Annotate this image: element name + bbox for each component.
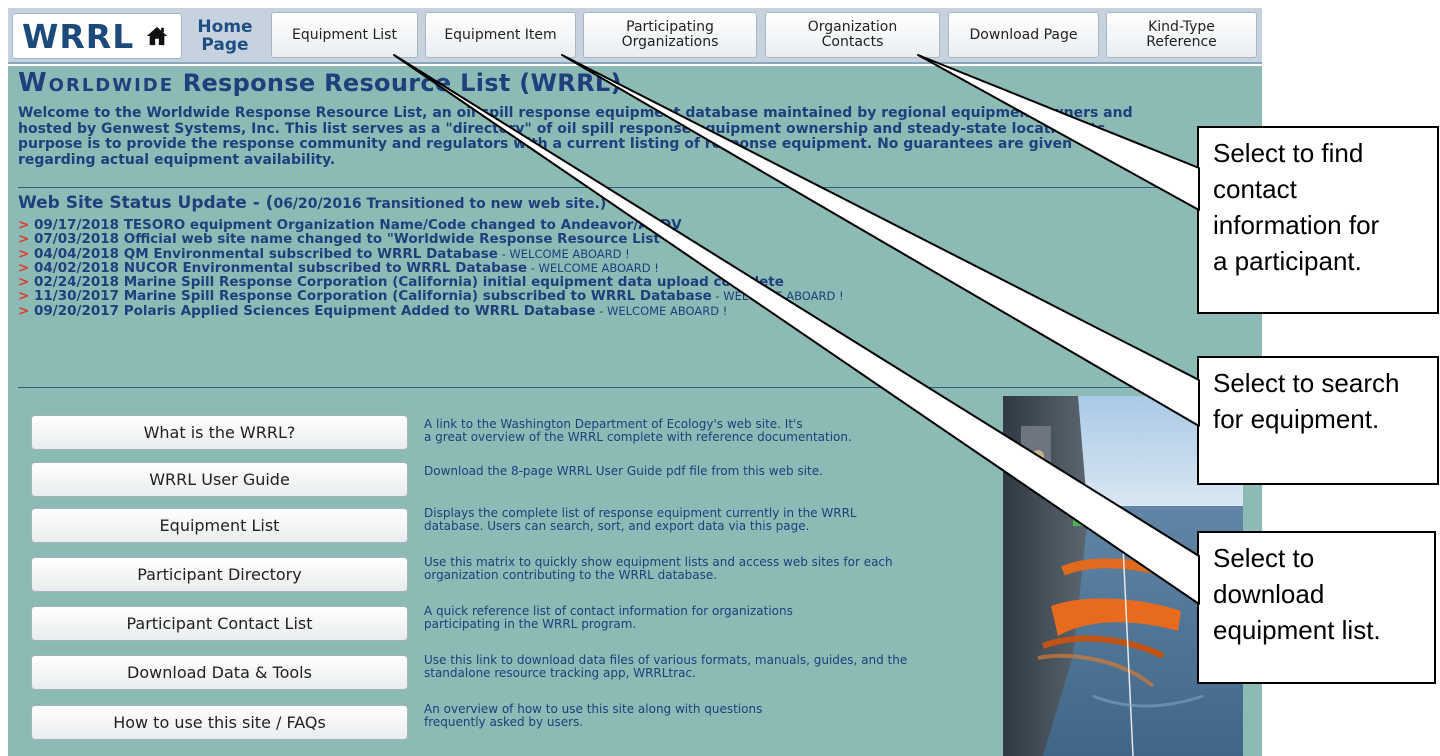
status-item: > 02/24/2018 Marine Spill Response Corpo… [18, 275, 844, 289]
status-item-welcome: - WELCOME ABOARD ! [497, 246, 630, 261]
divider [18, 187, 1258, 188]
participant-directory-button[interactable]: Participant Directory [31, 557, 408, 592]
callout-contact-info: Select to find contact information for a… [1197, 126, 1439, 314]
status-item: > 09/20/2017 Polaris Applied Sciences Eq… [18, 304, 844, 318]
status-item-welcome: - WELCOME ABOARD ! [711, 289, 844, 304]
user-guide-button[interactable]: WRRL User Guide [31, 462, 408, 497]
link-description: A link to the Washington Department of E… [424, 417, 852, 444]
nav-home-link[interactable]: Home Page [190, 12, 260, 60]
download-data-tools-button[interactable]: Download Data & Tools [31, 655, 408, 690]
status-heading-note: 06/20/2016 Transitioned to new web site. [273, 196, 600, 212]
status-heading: Web Site Status Update - (06/20/2016 Tra… [18, 193, 606, 213]
page-title: Worldwide Response Resource List (WRRL) [18, 68, 622, 98]
title-rest: Response Resource List (WRRL) [182, 69, 622, 97]
equipment-list-button[interactable]: Equipment List [31, 508, 408, 543]
site-logo[interactable]: WRRL [12, 13, 182, 59]
intro-text: Welcome to the Worldwide Response Resour… [18, 105, 1133, 168]
link-description: Use this link to download data files of … [424, 653, 908, 680]
nav-equipment-item[interactable]: Equipment Item [425, 12, 576, 58]
status-item: > 11/30/2017 Marine Spill Response Corpo… [18, 289, 844, 303]
link-description: Use this matrix to quickly show equipmen… [424, 555, 893, 582]
nav-download-page[interactable]: Download Page [948, 12, 1099, 58]
status-item: > 04/04/2018 QM Environmental subscribed… [18, 246, 844, 261]
link-description: Displays the complete list of response e… [424, 506, 857, 533]
status-marker: > [18, 302, 30, 319]
home-icon [147, 26, 168, 46]
callout-download-list: Select to download equipment list. [1197, 531, 1436, 684]
participant-contact-list-button[interactable]: Participant Contact List [31, 606, 408, 641]
link-description: An overview of how to use this site alon… [424, 702, 763, 729]
logo-text: WRRL [22, 16, 135, 56]
nav-equipment-list[interactable]: Equipment List [271, 12, 418, 58]
status-item: > 04/02/2018 NUCOR Environmental subscri… [18, 261, 844, 275]
nav-organization-contacts[interactable]: Organization Contacts [765, 12, 940, 58]
status-item: > 09/17/2018 TESORO equipment Organizati… [18, 218, 844, 232]
status-heading-text: Web Site Status Update - ( [18, 193, 274, 213]
link-description: Download the 8-page WRRL User Guide pdf … [424, 464, 823, 478]
what-is-wrrl-button[interactable]: What is the WRRL? [31, 415, 408, 450]
top-nav: WRRL Home Page Equipment List Equipment … [8, 8, 1262, 64]
nav-participating-organizations[interactable]: Participating Organizations [583, 12, 757, 58]
status-item-text: 09/20/2017 Polaris Applied Sciences Equi… [29, 302, 596, 319]
title-caps: Worldwide [18, 68, 175, 98]
status-item-welcome: - WELCOME ABOARD ! [595, 303, 728, 318]
callout-search-equipment: Select to search for equipment. [1197, 356, 1439, 485]
status-item-welcome: - WELCOME ABOARD ! [527, 260, 659, 275]
divider [18, 387, 1258, 388]
link-description: A quick reference list of contact inform… [424, 604, 793, 631]
how-to-use-faqs-button[interactable]: How to use this site / FAQs [31, 705, 408, 740]
status-heading-close: ) [599, 196, 607, 212]
status-list: > 09/17/2018 TESORO equipment Organizati… [18, 218, 844, 318]
nav-kind-type-reference[interactable]: Kind-Type Reference [1106, 12, 1257, 58]
status-item: > 07/03/2018 Official web site name chan… [18, 232, 844, 246]
